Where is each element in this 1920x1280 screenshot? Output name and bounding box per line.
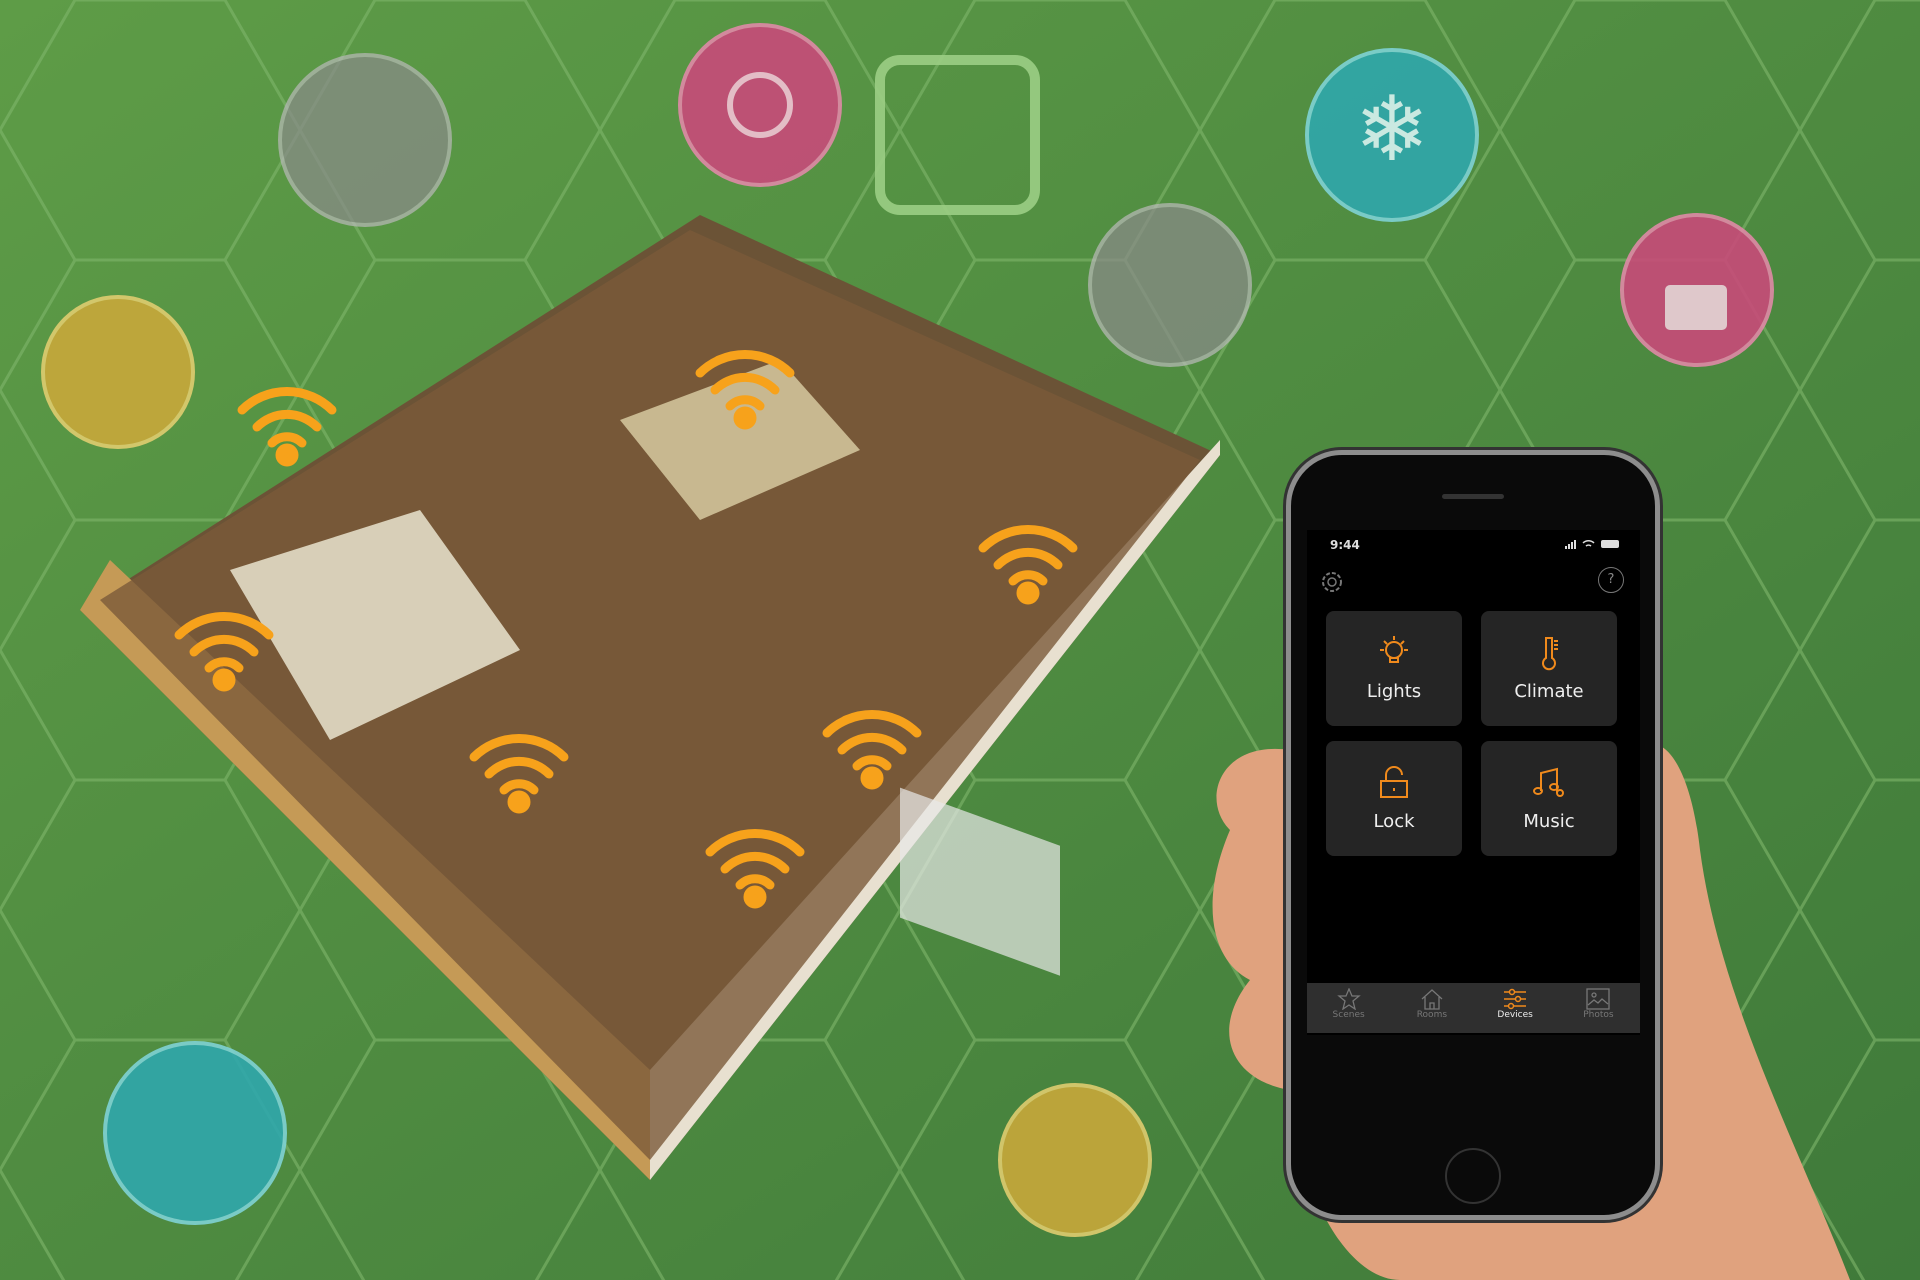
tile-lock[interactable]: Lock [1326,741,1462,856]
padlock-icon [1380,766,1408,798]
thermometer-icon [1542,637,1558,671]
bottom-tab-bar: Scenes Rooms Devices Photos [1307,983,1640,1033]
signal-wifi-battery-icon [1565,540,1619,549]
status-indicators [1565,538,1625,553]
tab-scenes[interactable]: Scenes [1314,983,1384,1033]
tab-photos[interactable]: Photos [1563,983,1633,1033]
sliders-icon [1504,988,1527,1010]
tile-label: Lights [1366,681,1422,702]
lightbulb-circle-icon [41,295,195,449]
help-button[interactable]: ? [1598,567,1624,593]
tile-label: Music [1523,811,1575,832]
photo-icon [1586,988,1611,1010]
tile-lights[interactable]: Lights [1326,611,1462,726]
earpiece [1442,494,1504,499]
svg-text:❄: ❄ [1354,77,1429,182]
tile-music[interactable]: Music [1481,741,1617,856]
tile-label: Lock [1373,811,1415,832]
tab-label: Devices [1497,1010,1533,1020]
home-button[interactable] [1445,1148,1501,1204]
tab-label: Scenes [1332,1010,1365,1020]
thermometer-circle-icon [1088,203,1252,367]
lightbulb-icon [1380,636,1408,663]
music-notes-icon [1533,767,1564,797]
wifi-circle-icon [103,1041,287,1225]
dome-camera-circle-icon [998,1083,1152,1237]
tile-label: Climate [1514,681,1584,702]
gear-circle-icon [678,23,842,187]
settings-gear-icon[interactable] [1318,568,1346,596]
house-icon [1421,989,1443,1010]
tile-climate[interactable]: Climate [1481,611,1617,726]
camera-circle-icon [278,53,452,227]
tab-rooms[interactable]: Rooms [1397,983,1467,1033]
status-time: 9:44 [1330,538,1360,552]
star-icon [1336,988,1361,1010]
tab-label: Photos [1583,1010,1614,1020]
tab-devices[interactable]: Devices [1480,983,1550,1033]
tab-label: Rooms [1416,1010,1448,1020]
